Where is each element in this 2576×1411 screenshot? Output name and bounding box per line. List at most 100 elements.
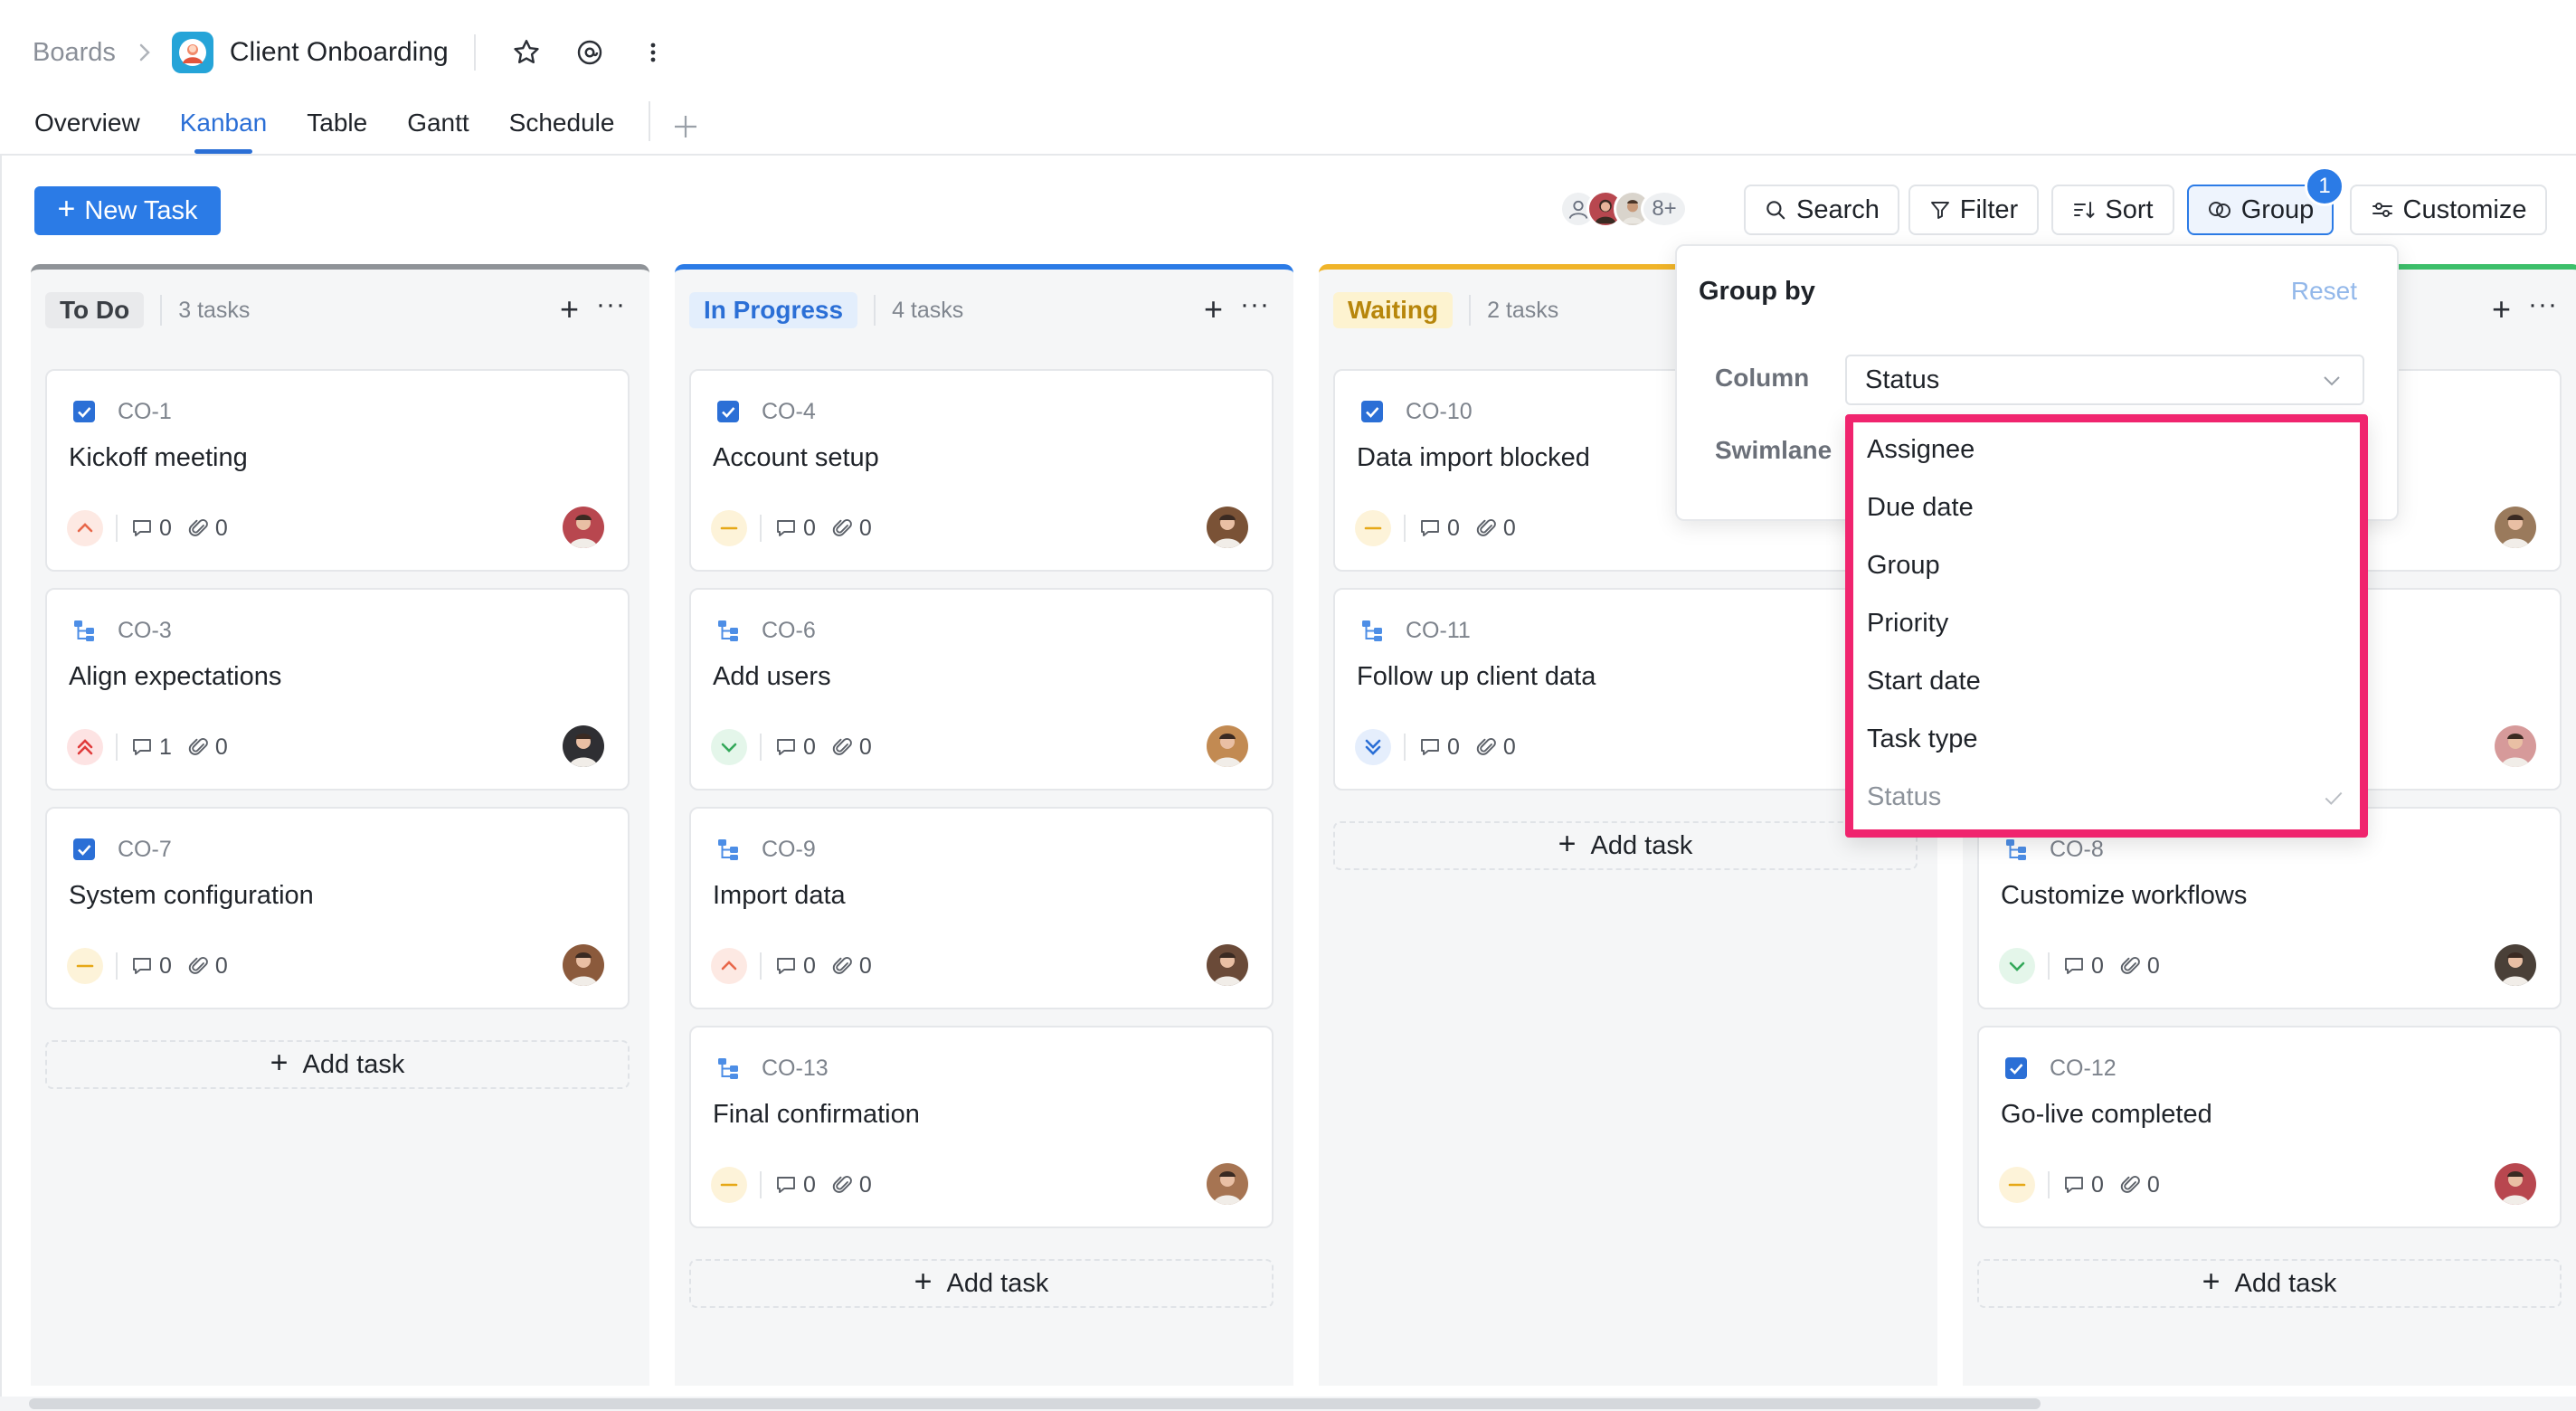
option-priority[interactable]: Priority — [1867, 609, 1948, 639]
filter-button[interactable]: Filter — [1908, 185, 2039, 235]
option-due-date[interactable]: Due date — [1867, 493, 1974, 523]
add-task-button[interactable]: + Add task — [1333, 821, 1918, 870]
column-task-count: 4 tasks — [874, 295, 963, 326]
task-card[interactable]: CO-9 Import data 0 0 — [689, 807, 1274, 1009]
priority-medium-icon[interactable] — [67, 948, 103, 984]
priority-medium-icon[interactable] — [1355, 510, 1391, 546]
priority-low-icon[interactable] — [711, 729, 747, 765]
task-card[interactable]: CO-3 Align expectations 1 0 — [45, 588, 630, 791]
task-card[interactable]: CO-6 Add users 0 0 — [689, 588, 1274, 791]
column-select[interactable]: Status — [1845, 355, 2364, 405]
swimlane-dropdown: Assignee Due date Group Priority Start d… — [1845, 414, 2368, 838]
subtask-type-icon — [1359, 617, 1386, 644]
card-id-text: CO-9 — [762, 836, 816, 862]
comment-icon — [130, 517, 159, 539]
priority-medium-icon[interactable] — [711, 1167, 747, 1203]
attachment-count: 0 — [1476, 734, 1516, 761]
assignee-avatar[interactable] — [2495, 944, 2536, 986]
card-title: Import data — [713, 881, 846, 910]
paperclip-icon — [832, 1173, 859, 1197]
assignee-avatar[interactable] — [563, 507, 604, 548]
task-card[interactable]: CO-1 Kickoff meeting 0 0 — [45, 369, 630, 572]
member-avatars[interactable]: 8+ — [1559, 186, 1688, 232]
more-horizontal-icon[interactable]: ··· — [1240, 289, 1270, 320]
assignee-avatar[interactable] — [2495, 507, 2536, 548]
priority-highest-icon[interactable] — [67, 729, 103, 765]
task-card[interactable]: CO-11 Follow up client data 0 0 — [1333, 588, 1918, 791]
filter-label: Filter — [1959, 194, 2019, 224]
comment-count-value: 0 — [803, 1171, 816, 1198]
divider — [116, 952, 118, 980]
more-horizontal-icon[interactable]: ··· — [596, 289, 626, 320]
assignee-avatar[interactable] — [1207, 944, 1248, 986]
more-vertical-icon[interactable] — [635, 34, 671, 71]
tab-schedule[interactable]: Schedule — [509, 101, 615, 156]
tab-kanban[interactable]: Kanban — [180, 101, 267, 156]
add-card-icon[interactable]: + — [560, 293, 579, 326]
tab-gantt[interactable]: Gantt — [407, 101, 469, 156]
assignee-avatar[interactable] — [563, 944, 604, 986]
attachment-count-value: 0 — [2146, 1171, 2160, 1198]
customize-button[interactable]: Customize — [2350, 185, 2547, 235]
priority-medium-high-icon[interactable] — [711, 948, 747, 984]
assignee-avatar[interactable] — [1207, 507, 1248, 548]
card-title: System configuration — [69, 881, 314, 910]
sort-button[interactable]: Sort — [2051, 185, 2174, 235]
card-footer: 00 — [1355, 510, 1532, 546]
divider — [760, 952, 762, 980]
paperclip-icon — [188, 735, 215, 759]
add-task-label: Add task — [2234, 1268, 2337, 1298]
option-assignee[interactable]: Assignee — [1867, 435, 1975, 465]
assignee-avatar[interactable] — [2495, 725, 2536, 767]
task-card[interactable]: CO-4 Account setup 0 0 — [689, 369, 1274, 572]
more-horizontal-icon[interactable]: ··· — [2528, 289, 2558, 320]
divider — [1404, 734, 1406, 761]
paperclip-icon — [1476, 735, 1503, 759]
add-task-button[interactable]: + Add task — [45, 1040, 630, 1089]
add-task-button[interactable]: + Add task — [689, 1259, 1274, 1308]
group-button[interactable]: Group 1 — [2187, 166, 2344, 235]
task-card[interactable]: CO-7 System configuration 0 0 — [45, 807, 630, 1009]
search-button[interactable]: Search — [1744, 185, 1899, 235]
sliders-icon — [2371, 199, 2394, 221]
group-label: Group — [2240, 194, 2315, 224]
task-card[interactable]: CO-13 Final confirmation 0 0 — [689, 1026, 1274, 1228]
add-card-icon[interactable]: + — [2492, 293, 2511, 326]
add-task-button[interactable]: + Add task — [1977, 1259, 2562, 1308]
tab-table[interactable]: Table — [307, 101, 367, 156]
card-key: CO-9 — [715, 836, 816, 863]
comment-count-value: 0 — [1447, 734, 1460, 760]
add-view-icon[interactable] — [672, 101, 699, 152]
new-task-button[interactable]: + New Task — [34, 186, 221, 235]
star-icon[interactable] — [508, 34, 545, 71]
assignee-avatar[interactable] — [2495, 1163, 2536, 1205]
option-task-type[interactable]: Task type — [1867, 724, 1978, 754]
attachment-count-value: 0 — [214, 734, 228, 760]
assignee-avatar[interactable] — [1207, 725, 1248, 767]
add-card-icon[interactable]: + — [1204, 293, 1223, 326]
assignee-avatar[interactable] — [1207, 1163, 1248, 1205]
card-footer: 00 — [711, 948, 888, 984]
option-start-date[interactable]: Start date — [1867, 667, 1981, 696]
tab-overview[interactable]: Overview — [34, 101, 140, 156]
group-icon — [2207, 198, 2232, 222]
attachment-count-value: 0 — [858, 515, 872, 541]
priority-medium-high-icon[interactable] — [67, 510, 103, 546]
watch-icon[interactable] — [572, 34, 608, 71]
option-group[interactable]: Group — [1867, 551, 1940, 581]
board-icon — [171, 32, 213, 73]
priority-medium-icon[interactable] — [1999, 1167, 2035, 1203]
card-key: CO-1 — [71, 398, 172, 425]
scrollbar-thumb[interactable] — [29, 1398, 2041, 1409]
comment-icon — [774, 736, 803, 758]
assignee-avatar[interactable] — [563, 725, 604, 767]
priority-lowest-icon[interactable] — [1355, 729, 1391, 765]
priority-medium-icon[interactable] — [711, 510, 747, 546]
reset-button[interactable]: Reset — [2291, 277, 2357, 306]
comment-count-value: 0 — [803, 734, 816, 760]
plus-icon: + — [57, 192, 76, 226]
task-card[interactable]: CO-12 Go-live completed 0 0 — [1977, 1026, 2562, 1228]
priority-low-icon[interactable] — [1999, 948, 2035, 984]
comment-count: 0 — [774, 953, 816, 980]
breadcrumb-boards-link[interactable]: Boards — [33, 38, 116, 68]
